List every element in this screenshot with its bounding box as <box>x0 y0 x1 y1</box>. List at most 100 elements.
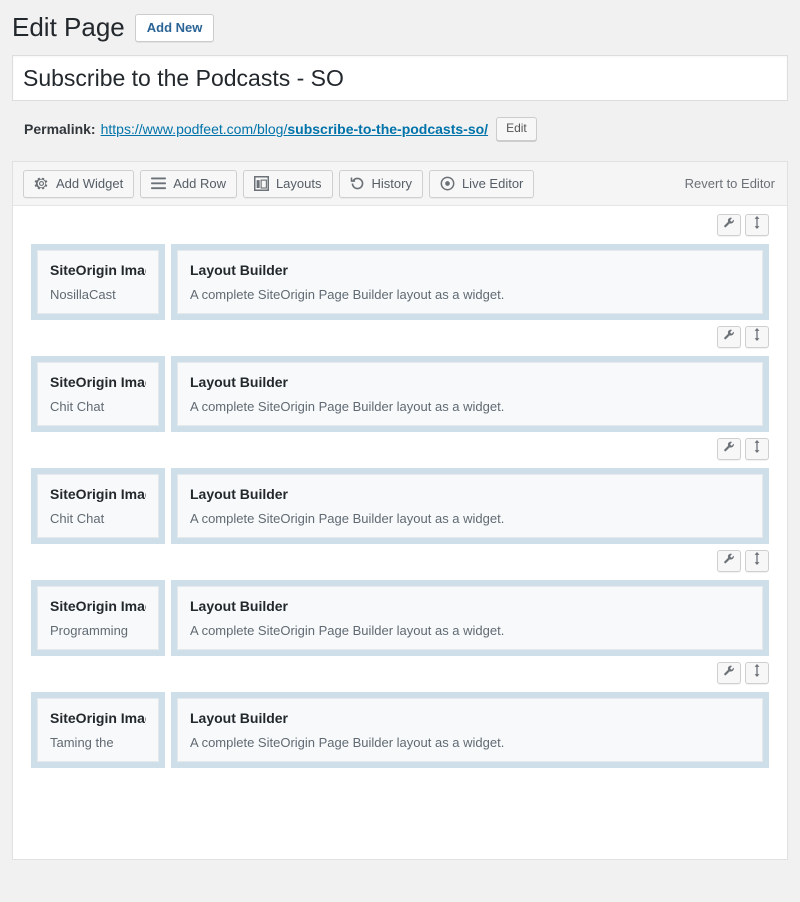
widget-card[interactable]: Layout Builder A complete SiteOrigin Pag… <box>177 698 763 762</box>
widget-subtitle: A complete SiteOrigin Page Builder layou… <box>190 623 750 639</box>
permalink-link[interactable]: https://www.podfeet.com/blog/subscribe-t… <box>101 121 488 137</box>
row-cell[interactable]: Layout Builder A complete SiteOrigin Pag… <box>171 356 769 432</box>
wrench-icon <box>723 664 735 682</box>
row-move-button[interactable] <box>745 550 769 572</box>
widget-title: Layout Builder <box>190 486 750 503</box>
row-cells: SiteOrigin Image Grid Chit Chat Layout B… <box>31 468 769 544</box>
revert-to-editor-link[interactable]: Revert to Editor <box>685 176 777 191</box>
widget-subtitle: A complete SiteOrigin Page Builder layou… <box>190 287 750 303</box>
widget-subtitle: Taming the <box>50 735 146 751</box>
widget-subtitle: A complete SiteOrigin Page Builder layou… <box>190 511 750 527</box>
row-actions <box>31 214 769 236</box>
widget-card[interactable]: SiteOrigin Image Grid Programming <box>37 586 159 650</box>
layout-icon <box>254 176 269 191</box>
row-actions <box>31 550 769 572</box>
history-icon <box>350 176 365 191</box>
widget-subtitle: A complete SiteOrigin Page Builder layou… <box>190 735 750 751</box>
gear-icon <box>34 176 49 191</box>
permalink-slug: subscribe-to-the-podcasts-so/ <box>287 121 488 137</box>
page-builder-toolbar: Add Widget Add Row Layouts <box>13 162 787 206</box>
page-builder-rows: SiteOrigin Image Grid NosillaCast Layout… <box>13 206 787 768</box>
add-new-button[interactable]: Add New <box>135 14 215 43</box>
row-move-button[interactable] <box>745 438 769 460</box>
layouts-button[interactable]: Layouts <box>243 170 333 198</box>
post-title-input[interactable] <box>12 55 788 101</box>
widget-title: Layout Builder <box>190 598 750 615</box>
permalink-label: Permalink: <box>24 121 96 137</box>
row-cells: SiteOrigin Image Grid Taming the Layout … <box>31 692 769 768</box>
widget-card[interactable]: Layout Builder A complete SiteOrigin Pag… <box>177 586 763 650</box>
permalink-row: Permalink: https://www.podfeet.com/blog/… <box>0 101 800 144</box>
widget-title: SiteOrigin Image Grid <box>50 598 146 615</box>
row-cell[interactable]: Layout Builder A complete SiteOrigin Pag… <box>171 580 769 656</box>
row-cell[interactable]: Layout Builder A complete SiteOrigin Pag… <box>171 692 769 768</box>
layouts-label: Layouts <box>276 176 322 191</box>
widget-title: SiteOrigin Image Grid <box>50 262 146 279</box>
permalink-base: https://www.podfeet.com/blog/ <box>101 121 288 137</box>
row-cell[interactable]: SiteOrigin Image Grid Taming the <box>31 692 165 768</box>
widget-title: SiteOrigin Image Grid <box>50 486 146 503</box>
add-widget-button[interactable]: Add Widget <box>23 170 134 198</box>
page-builder-panel: Add Widget Add Row Layouts <box>12 161 788 860</box>
hamburger-icon <box>151 177 166 190</box>
live-editor-label: Live Editor <box>462 176 523 191</box>
widget-title: SiteOrigin Image Grid <box>50 710 146 727</box>
row-cell[interactable]: SiteOrigin Image Grid Chit Chat <box>31 468 165 544</box>
widget-subtitle: Chit Chat <box>50 399 146 415</box>
widget-card[interactable]: SiteOrigin Image Grid Chit Chat <box>37 362 159 426</box>
live-editor-button[interactable]: Live Editor <box>429 170 534 198</box>
widget-card[interactable]: SiteOrigin Image Grid Taming the <box>37 698 159 762</box>
row-settings-button[interactable] <box>717 662 741 684</box>
row-cell[interactable]: SiteOrigin Image Grid Programming <box>31 580 165 656</box>
widget-subtitle: Chit Chat <box>50 511 146 527</box>
add-row-button[interactable]: Add Row <box>140 170 237 198</box>
wrench-icon <box>723 552 735 570</box>
row-settings-button[interactable] <box>717 214 741 236</box>
row-cell[interactable]: SiteOrigin Image Grid NosillaCast <box>31 244 165 320</box>
eye-target-icon <box>440 176 455 191</box>
wrench-icon <box>723 216 735 234</box>
widget-subtitle: A complete SiteOrigin Page Builder layou… <box>190 399 750 415</box>
builder-row: SiteOrigin Image Grid Chit Chat Layout B… <box>31 438 769 544</box>
page-header: Edit Page Add New <box>0 0 800 42</box>
row-cell[interactable]: Layout Builder A complete SiteOrigin Pag… <box>171 468 769 544</box>
builder-row: SiteOrigin Image Grid NosillaCast Layout… <box>31 214 769 320</box>
move-vertical-icon <box>751 328 763 346</box>
row-cells: SiteOrigin Image Grid NosillaCast Layout… <box>31 244 769 320</box>
row-settings-button[interactable] <box>717 326 741 348</box>
row-cells: SiteOrigin Image Grid Programming Layout… <box>31 580 769 656</box>
move-vertical-icon <box>751 440 763 458</box>
row-actions <box>31 662 769 684</box>
widget-card[interactable]: Layout Builder A complete SiteOrigin Pag… <box>177 362 763 426</box>
builder-row: SiteOrigin Image Grid Programming Layout… <box>31 550 769 656</box>
widget-card[interactable]: Layout Builder A complete SiteOrigin Pag… <box>177 474 763 538</box>
wrench-icon <box>723 328 735 346</box>
widget-title: Layout Builder <box>190 262 750 279</box>
row-cells: SiteOrigin Image Grid Chit Chat Layout B… <box>31 356 769 432</box>
row-move-button[interactable] <box>745 214 769 236</box>
move-vertical-icon <box>751 552 763 570</box>
row-actions <box>31 326 769 348</box>
history-button[interactable]: History <box>339 170 423 198</box>
row-move-button[interactable] <box>745 662 769 684</box>
post-title-container <box>0 42 800 101</box>
add-widget-label: Add Widget <box>56 176 123 191</box>
row-move-button[interactable] <box>745 326 769 348</box>
move-vertical-icon <box>751 216 763 234</box>
row-cell[interactable]: SiteOrigin Image Grid Chit Chat <box>31 356 165 432</box>
move-vertical-icon <box>751 664 763 682</box>
history-label: History <box>372 176 412 191</box>
widget-subtitle: NosillaCast <box>50 287 146 303</box>
widget-title: Layout Builder <box>190 710 750 727</box>
row-cell[interactable]: Layout Builder A complete SiteOrigin Pag… <box>171 244 769 320</box>
edit-permalink-button[interactable]: Edit <box>496 117 537 142</box>
wrench-icon <box>723 440 735 458</box>
widget-card[interactable]: Layout Builder A complete SiteOrigin Pag… <box>177 250 763 314</box>
builder-row: SiteOrigin Image Grid Chit Chat Layout B… <box>31 326 769 432</box>
widget-title: SiteOrigin Image Grid <box>50 374 146 391</box>
widget-card[interactable]: SiteOrigin Image Grid NosillaCast <box>37 250 159 314</box>
row-settings-button[interactable] <box>717 550 741 572</box>
widget-title: Layout Builder <box>190 374 750 391</box>
row-settings-button[interactable] <box>717 438 741 460</box>
widget-card[interactable]: SiteOrigin Image Grid Chit Chat <box>37 474 159 538</box>
